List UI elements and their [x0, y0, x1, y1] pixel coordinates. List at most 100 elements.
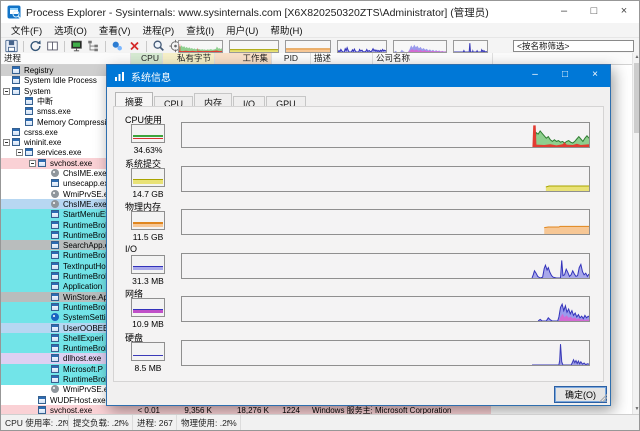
process-name: RuntimeBrok: [63, 272, 110, 281]
process-icon: [51, 302, 59, 311]
find-handle-button[interactable]: [150, 39, 167, 54]
column-header-5[interactable]: 描述: [311, 53, 373, 64]
kill-process-button[interactable]: [126, 39, 143, 54]
process-icon: [51, 189, 59, 198]
process-icon: [51, 220, 59, 229]
maximize-button[interactable]: □: [579, 1, 609, 23]
dialog-titlebar[interactable]: 系统信息 – □ ×: [107, 65, 610, 87]
section-cpu: CPU使用 34.63%: [107, 113, 610, 155]
process-name: csrss.exe: [24, 127, 58, 137]
menu-item-0[interactable]: 文件(F): [5, 23, 48, 37]
history-graph-net[interactable]: [181, 296, 590, 322]
process-name: RuntimeBrok: [63, 230, 110, 240]
dialog-minimize-button[interactable]: –: [520, 65, 550, 87]
gauge-bar: [133, 223, 163, 227]
dialog-maximize-button[interactable]: □: [550, 65, 580, 87]
process-name: smss.exe: [37, 107, 71, 117]
dialog-close-button[interactable]: ×: [580, 65, 610, 87]
process-name: RuntimeBrok: [63, 375, 110, 384]
process-icon: [51, 199, 59, 208]
titlebar[interactable]: Process Explorer - Sysinternals: www.sys…: [1, 1, 639, 23]
process-name: Application: [63, 282, 103, 292]
process-tree-button[interactable]: [85, 39, 102, 54]
toolbar-graph-mini_commit[interactable]: [229, 40, 279, 53]
history-graph-io[interactable]: [181, 252, 590, 279]
tree-expander[interactable]: [29, 159, 36, 167]
toolbar-graph-mini_net[interactable]: [393, 40, 447, 53]
process-name: SystemSetti: [63, 313, 106, 323]
status-segment-3: 物理使用: .2f%: [177, 415, 241, 430]
process-name: Memory Compressi: [37, 117, 107, 127]
toolbar-graph-mini_disk[interactable]: [453, 40, 488, 53]
history-graph-cpu[interactable]: [181, 122, 590, 148]
status-segment-0: CPU 使用率: .2f%: [1, 415, 69, 430]
dialog-icon: [115, 72, 124, 81]
toolbar-graph-mini_io[interactable]: [337, 40, 387, 53]
process-explorer-window: Process Explorer - Sysinternals: www.sys…: [0, 0, 640, 431]
menu-item-5[interactable]: 用户(U): [220, 23, 264, 37]
history-graph-disk[interactable]: [181, 339, 590, 366]
column-header-6[interactable]: 公司名称: [373, 53, 493, 64]
filter-input[interactable]: [513, 40, 634, 52]
process-name: services.exe: [37, 148, 82, 158]
process-name: TextInputHo: [63, 261, 106, 271]
column-header-4[interactable]: PID: [272, 53, 311, 64]
system-information-dialog: 系统信息 – □ × 摘要 CPU 内存 I/O GPU 确定(O) CPU使用 34.6…: [106, 64, 611, 406]
menu-item-6[interactable]: 帮助(H): [264, 23, 308, 37]
menu-item-4[interactable]: 查找(I): [180, 23, 220, 37]
gauge-disk: [131, 341, 165, 361]
column-header-3[interactable]: 工作集: [215, 53, 272, 64]
system-information-button[interactable]: [68, 39, 85, 54]
close-button[interactable]: ×: [609, 1, 639, 23]
process-icon: [38, 158, 46, 167]
columns-button[interactable]: [44, 39, 61, 54]
section-value: 31.3 MB: [132, 275, 164, 286]
cpu-cell: < 0.01: [137, 405, 160, 414]
resize-grip[interactable]: [598, 393, 607, 402]
save-button[interactable]: [3, 39, 20, 54]
menu-item-1[interactable]: 选项(O): [48, 23, 93, 37]
section-value: 10.9 MB: [132, 319, 164, 329]
process-icon: [25, 148, 33, 157]
refresh-button[interactable]: [27, 39, 44, 54]
process-icon: [12, 76, 20, 85]
column-header-2[interactable]: 私有字节: [163, 53, 215, 64]
history-graph-commit[interactable]: [181, 165, 590, 192]
column-header-1[interactable]: CPU: [131, 53, 163, 64]
process-icon: [38, 395, 46, 404]
menu-item-2[interactable]: 查看(V): [93, 23, 137, 37]
process-row-svchost[interactable]: svchost.exe < 0.01 9,356 K 18,276 K 1224…: [1, 404, 491, 414]
tree-expander[interactable]: [3, 87, 10, 95]
section-value: 11.5 GB: [132, 232, 164, 242]
gauge-commit: [131, 167, 165, 187]
gauge-net: [131, 298, 165, 317]
scroll-up-arrow[interactable]: ▲: [633, 53, 639, 62]
process-icon: [12, 86, 20, 95]
process-icon: [51, 261, 59, 270]
process-icon: [38, 405, 46, 414]
section-value: 14.7 GB: [132, 188, 164, 199]
scroll-down-arrow[interactable]: ▼: [633, 405, 639, 414]
column-header-0[interactable]: 进程: [1, 53, 131, 64]
toolbar-separator: [105, 40, 106, 52]
vertical-scrollbar[interactable]: ▲ ▼: [632, 53, 639, 414]
minimize-button[interactable]: –: [549, 1, 579, 23]
properties-button[interactable]: [109, 39, 126, 54]
section-mem: 物理内存 11.5 GB: [107, 200, 610, 242]
process-name: ShellExperi: [63, 333, 104, 343]
process-icon: [12, 66, 20, 74]
tree-expander[interactable]: [16, 149, 23, 157]
dialog-title: 系统信息: [131, 72, 171, 84]
private-bytes-cell: 9,356 K: [184, 405, 212, 414]
process-name: ChsIME.exe: [63, 199, 107, 209]
menu-bar: 文件(F) 选项(O) 查看(V) 进程(P) 查找(I) 用户(U) 帮助(H): [1, 23, 639, 37]
process-name: RuntimeBrok: [63, 220, 110, 230]
tree-expander[interactable]: [3, 139, 10, 147]
history-graph-mem[interactable]: [181, 209, 590, 235]
menu-item-3[interactable]: 进程(P): [137, 23, 181, 37]
scrollbar-thumb[interactable]: [634, 63, 639, 133]
toolbar-graph-mini_cpu[interactable]: [178, 40, 223, 53]
section-io: I/O 31.3 MB: [107, 244, 610, 286]
gauge-bar: [133, 180, 163, 184]
toolbar-graph-mini_mem[interactable]: [285, 40, 331, 53]
